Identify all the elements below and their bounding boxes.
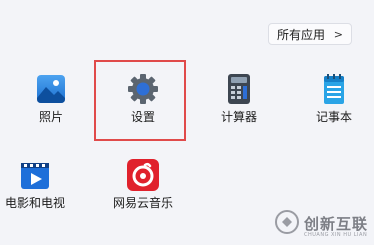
app-tile-calculator[interactable]: 计算器 <box>198 64 280 146</box>
movies-tv-icon <box>21 163 49 189</box>
app-tile-movies-tv[interactable]: 电影和电视 <box>0 150 76 232</box>
watermark-subtext: CHUANG XIN HU LIAN <box>304 232 368 238</box>
app-label: 计算器 <box>220 110 257 124</box>
photos-icon <box>37 75 65 103</box>
gear-icon <box>128 74 158 104</box>
netease-music-icon <box>127 159 159 191</box>
all-apps-button[interactable]: 所有应用 > <box>268 23 352 45</box>
all-apps-label: 所有应用 <box>277 27 326 42</box>
app-tile-netease-music[interactable]: 网易云音乐 <box>102 150 184 232</box>
app-label: 照片 <box>38 110 63 124</box>
chevron-right-icon: > <box>333 28 343 41</box>
app-label: 电影和电视 <box>4 196 65 210</box>
watermark-logo-icon <box>275 210 299 234</box>
app-tile-notepad[interactable]: 记事本 <box>293 64 374 146</box>
app-label: 网易云音乐 <box>112 196 173 210</box>
app-label: 设置 <box>130 110 155 124</box>
app-tile-photos[interactable]: 照片 <box>10 64 92 146</box>
watermark-text: 创新互联 <box>304 215 369 233</box>
calculator-icon <box>228 74 250 104</box>
app-label: 记事本 <box>315 110 352 124</box>
watermark: 创新互联 CHUANG XIN HU LIAN <box>272 205 372 243</box>
app-tile-settings[interactable]: 设置 <box>102 64 184 146</box>
notepad-icon <box>324 74 344 104</box>
